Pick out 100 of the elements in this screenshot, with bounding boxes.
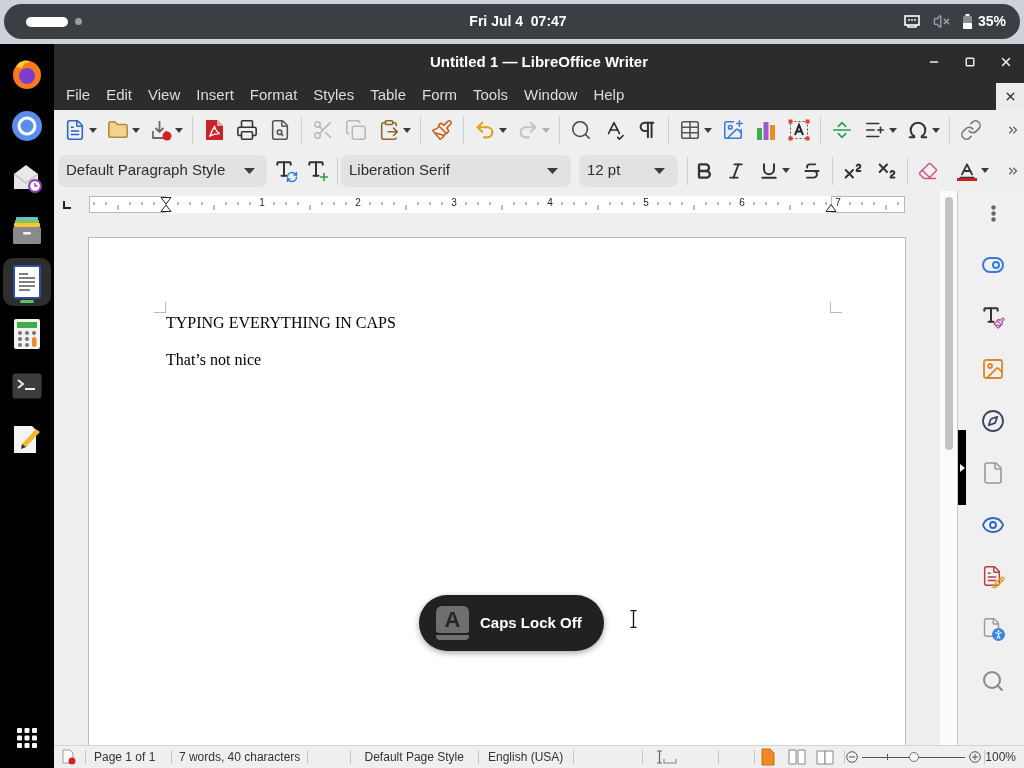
copy-icon xyxy=(345,119,367,141)
window-title: Untitled 1 — LibreOffice Writer xyxy=(429,51,649,72)
open-book-icon xyxy=(816,748,835,766)
letter-refresh-icon xyxy=(274,158,298,183)
paragraph-text: That’s not nice xyxy=(166,350,262,369)
ruler-number: 7 xyxy=(835,197,841,209)
page-dot-icon xyxy=(61,749,78,765)
paragraph-style-dropdown[interactable]: Default Paragraph Style xyxy=(58,154,267,187)
compass-icon xyxy=(981,409,1005,433)
page-style[interactable]: Default Page Style xyxy=(364,748,464,766)
caret-icon xyxy=(498,127,507,133)
system-status-button[interactable]: 35% xyxy=(899,7,1010,36)
letter-plus-icon xyxy=(306,158,330,183)
underline-icon xyxy=(758,160,779,181)
caret-icon xyxy=(931,127,940,133)
font-size-dropdown[interactable]: 12 pt xyxy=(579,154,678,187)
dock-item[interactable] xyxy=(3,258,51,306)
clock-button[interactable]: Fri Jul 4 07:47 xyxy=(463,7,573,36)
app-logo-icon xyxy=(11,58,43,90)
zoom-in-button[interactable] xyxy=(969,751,982,763)
eraser-icon xyxy=(918,160,938,181)
caret-icon xyxy=(654,167,665,174)
blank-page-icon xyxy=(981,461,1005,485)
menu-item[interactable]: Styles xyxy=(305,82,363,108)
caret-icon xyxy=(244,167,255,174)
word-count: 7 words, 40 characters xyxy=(178,750,301,764)
zoom-slider[interactable] xyxy=(862,751,966,763)
caret-icon xyxy=(781,168,790,173)
vertical-dots-icon xyxy=(990,204,996,222)
text-boundary-corner xyxy=(830,302,842,313)
page-count[interactable]: Page 1 of 1 xyxy=(93,750,156,764)
paintbrush-icon xyxy=(431,119,453,141)
picture-icon xyxy=(981,357,1005,381)
two-pages-icon xyxy=(788,748,807,766)
close-document-button[interactable] xyxy=(996,83,1024,110)
image-icon xyxy=(722,119,744,141)
ruler-number: 6 xyxy=(739,197,745,209)
caret-icon xyxy=(888,127,897,133)
omega-icon xyxy=(906,119,929,141)
zoom-slider-thumb[interactable] xyxy=(908,752,919,762)
sidebar-collapse-handle[interactable] xyxy=(958,430,966,505)
save-tray-icon xyxy=(149,119,172,141)
caret-icon xyxy=(980,168,989,173)
text-selection-icon xyxy=(654,750,677,764)
battery-percentage: 35% xyxy=(977,12,1006,31)
menu-item[interactable]: Table xyxy=(362,82,415,108)
page-pencil-icon xyxy=(981,565,1005,589)
menu-item[interactable]: Help xyxy=(585,82,633,108)
text-frame-icon xyxy=(788,119,810,141)
tab-stop-icon[interactable] xyxy=(63,200,71,209)
left-indent-marker[interactable] xyxy=(160,197,172,212)
strikethrough-icon xyxy=(802,160,822,181)
right-indent-marker[interactable] xyxy=(825,204,837,212)
vertical-scrollbar[interactable] xyxy=(940,191,957,745)
envelope-clock-icon xyxy=(11,162,43,194)
scissors-icon xyxy=(312,119,334,141)
workspace-indicator[interactable] xyxy=(26,16,68,27)
ring-logo-icon xyxy=(11,110,43,142)
zoom-out-button[interactable] xyxy=(846,751,859,763)
pdf-file-icon xyxy=(204,119,224,141)
ruler-number: 2 xyxy=(355,197,361,209)
menu-item[interactable]: Insert xyxy=(188,82,242,108)
notification-text: Caps Lock Off xyxy=(480,612,582,633)
page-person-icon xyxy=(981,617,1005,641)
ruler-number: 5 xyxy=(643,197,649,209)
font-color-icon xyxy=(955,160,978,181)
table-icon xyxy=(678,119,701,141)
minus-circle-icon xyxy=(846,751,859,763)
network-icon xyxy=(903,15,920,28)
menu-item[interactable]: Edit xyxy=(98,82,141,108)
folder-icon xyxy=(106,119,129,141)
caret-icon xyxy=(402,127,411,133)
menu-item[interactable]: Format xyxy=(241,82,306,108)
menu-item[interactable]: Window xyxy=(516,82,586,108)
menu-item[interactable]: Tools xyxy=(465,82,517,108)
caret-icon xyxy=(703,127,712,133)
menu-item[interactable]: View xyxy=(140,82,189,108)
battery-icon xyxy=(962,14,972,29)
document-icon xyxy=(13,265,41,299)
font-name-dropdown[interactable]: Liberation Serif xyxy=(341,154,571,187)
caret-icon xyxy=(547,167,558,174)
double-chevron-icon xyxy=(1006,123,1020,137)
caret-icon xyxy=(131,127,140,133)
scrollbar-thumb[interactable] xyxy=(944,197,953,450)
magnifier-icon xyxy=(981,669,1005,693)
active-app-indicator xyxy=(20,300,34,303)
language[interactable]: English (USA) xyxy=(487,748,564,766)
ruler-number: 3 xyxy=(451,197,457,209)
menu-item[interactable]: File xyxy=(58,82,99,108)
caret-icon xyxy=(88,127,97,133)
maximize-icon xyxy=(965,57,975,67)
zoom-percentage[interactable]: 100% xyxy=(985,748,1016,766)
caret-icon xyxy=(174,127,183,133)
plus-circle-icon xyxy=(969,751,982,763)
bar-chart-icon xyxy=(756,120,776,140)
text-boundary-corner xyxy=(154,302,166,313)
page-break-icon xyxy=(831,119,853,141)
menu-item[interactable]: Form xyxy=(414,82,466,108)
italic-icon xyxy=(726,160,746,181)
terminal-icon xyxy=(12,373,42,399)
